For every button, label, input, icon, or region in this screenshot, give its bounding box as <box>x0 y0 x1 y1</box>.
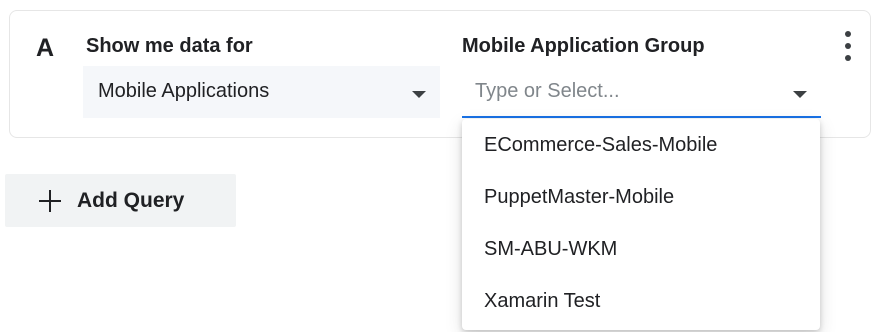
page: A Show me data for Mobile Application Gr… <box>0 0 873 332</box>
dropdown-option[interactable]: ECommerce-Sales-Mobile <box>462 119 820 171</box>
add-query-button[interactable]: Add Query <box>5 174 236 227</box>
mobile-application-group-label: Mobile Application Group <box>462 35 705 57</box>
mobile-application-group-dropdown: ECommerce-Sales-Mobile PuppetMaster-Mobi… <box>462 119 820 330</box>
dropdown-option[interactable]: SM-ABU-WKM <box>462 223 820 275</box>
caret-down-icon[interactable] <box>793 91 807 98</box>
mobile-application-group-input[interactable] <box>475 76 775 106</box>
more-dot <box>845 43 851 49</box>
more-dot <box>845 31 851 37</box>
query-letter: A <box>36 34 55 62</box>
mobile-application-group-select[interactable] <box>462 66 821 118</box>
caret-down-icon <box>412 91 426 98</box>
show-me-label: Show me data for <box>86 35 253 57</box>
dropdown-option[interactable]: Xamarin Test <box>462 275 820 327</box>
dropdown-option[interactable]: PuppetMaster-Mobile <box>462 171 820 223</box>
more-vert-icon[interactable] <box>841 29 855 63</box>
data-source-value: Mobile Applications <box>98 80 270 102</box>
data-source-select[interactable]: Mobile Applications <box>83 66 440 118</box>
plus-icon <box>39 189 61 212</box>
more-dot <box>845 55 851 61</box>
add-query-label: Add Query <box>77 188 185 212</box>
